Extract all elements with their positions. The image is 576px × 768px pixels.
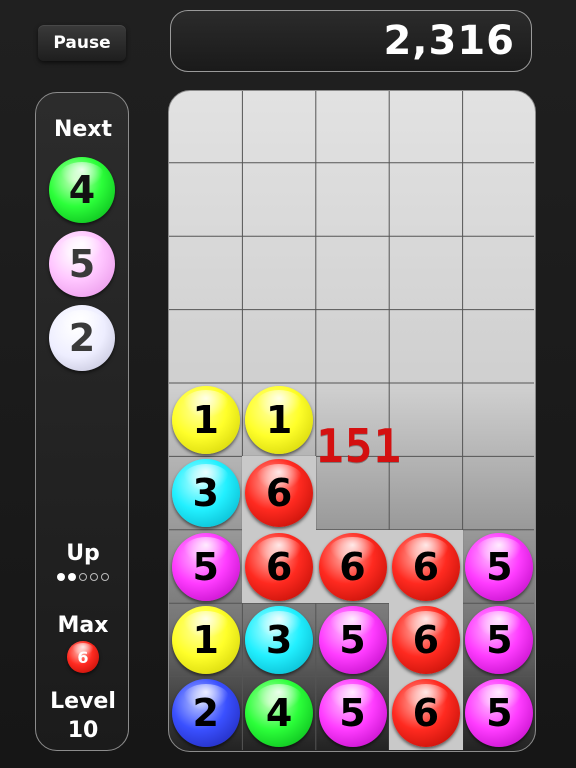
board-ball[interactable]: 4 xyxy=(245,679,314,748)
score-display: 2,316 xyxy=(170,10,532,72)
board-ball[interactable]: 1 xyxy=(171,605,240,674)
max-ball: 6 xyxy=(67,641,99,673)
game-board[interactable]: 1 1 3 6 5 6 6 6 5 1 3 5 6 5 2 4 5 6 5 151 xyxy=(168,90,536,752)
board-ball-number: 1 xyxy=(192,397,219,442)
game-screen: Pause 2,316 Next 4 5 2 Up Max 6 Level 10 xyxy=(0,0,576,768)
board-ball-number: 5 xyxy=(486,617,513,662)
up-dot-filled xyxy=(68,573,76,581)
board-ball[interactable]: 2 xyxy=(171,679,240,748)
side-panel: Next 4 5 2 Up Max 6 Level 10 xyxy=(35,92,129,751)
next-label: Next xyxy=(53,117,113,142)
board-ball-number: 3 xyxy=(192,471,219,516)
board-ball-number: 2 xyxy=(192,691,219,736)
board-ball[interactable]: 5 xyxy=(465,605,534,674)
board-ball[interactable]: 3 xyxy=(245,605,314,674)
up-label: Up xyxy=(66,541,100,566)
board-ball[interactable]: 1 xyxy=(171,385,240,454)
next-ball-2: 5 xyxy=(49,231,115,297)
max-label: Max xyxy=(57,613,109,638)
up-dot-empty xyxy=(90,573,98,581)
board-ball-number: 6 xyxy=(265,544,293,589)
board-ball[interactable]: 5 xyxy=(171,532,240,601)
board-ball[interactable]: 6 xyxy=(391,605,460,674)
level-value: 10 xyxy=(67,718,99,743)
next-ball-1: 4 xyxy=(49,157,115,223)
next-ball-2-number: 5 xyxy=(68,242,96,286)
next-ball-1-number: 4 xyxy=(68,168,96,212)
board-ball-number: 4 xyxy=(265,691,293,736)
board-ball-number: 6 xyxy=(265,471,293,516)
board-ball[interactable]: 6 xyxy=(318,532,387,601)
board-ball[interactable]: 6 xyxy=(245,532,314,601)
next-ball-3-number: 2 xyxy=(68,316,96,360)
level-label: Level xyxy=(50,689,116,714)
board-ball-number: 3 xyxy=(265,617,293,662)
max-ball-number: 6 xyxy=(77,647,89,667)
board-ball-number: 5 xyxy=(339,617,366,662)
board-ball[interactable]: 1 xyxy=(245,385,314,454)
board-ball[interactable]: 6 xyxy=(391,532,460,601)
board-ball[interactable]: 3 xyxy=(171,459,240,528)
board-ball-number: 5 xyxy=(339,691,366,736)
board-ball[interactable]: 6 xyxy=(245,459,314,528)
board-ball-number: 5 xyxy=(486,691,513,736)
board-ball-number: 6 xyxy=(412,617,440,662)
up-progress-dots xyxy=(36,573,130,581)
board-ball-number: 1 xyxy=(192,617,219,662)
board-ball[interactable]: 5 xyxy=(318,605,387,674)
pause-button[interactable]: Pause xyxy=(38,25,126,61)
board-ball-number: 6 xyxy=(412,691,440,736)
board-ball-number: 5 xyxy=(486,544,513,589)
pause-button-label: Pause xyxy=(53,33,111,53)
board-ball-number: 1 xyxy=(265,397,293,442)
board-ball-number: 6 xyxy=(412,544,440,589)
board-ball[interactable]: 5 xyxy=(318,679,387,748)
board-ball-number: 6 xyxy=(339,544,366,589)
up-dot-filled xyxy=(57,573,65,581)
combo-score-popup: 151 xyxy=(316,419,403,473)
next-ball-3: 2 xyxy=(49,305,115,371)
up-dot-empty xyxy=(79,573,87,581)
up-dot-empty xyxy=(101,573,109,581)
board-ball-number: 5 xyxy=(192,544,219,589)
board-ball[interactable]: 6 xyxy=(391,679,460,748)
score-value: 2,316 xyxy=(383,18,515,64)
board-ball[interactable]: 5 xyxy=(465,532,534,601)
